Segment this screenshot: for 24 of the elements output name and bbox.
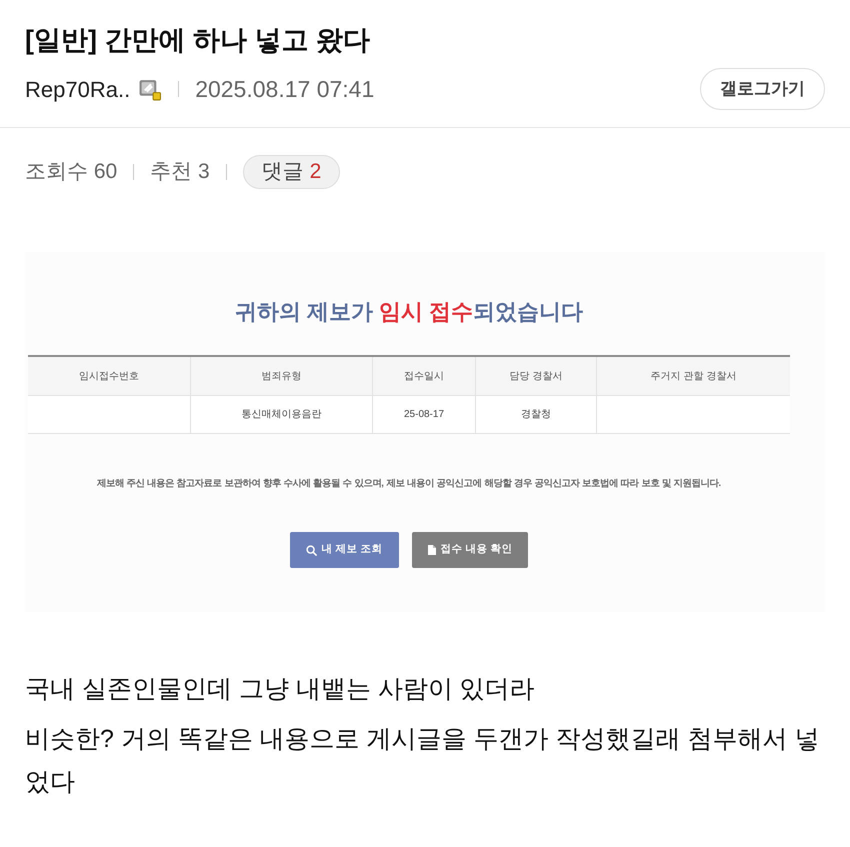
notice-text: 제보해 주신 내용은 참고자료로 보관하여 향후 수사에 활용될 수 있으며, 제보 내용이 공익신고에 해당할 경우 공익신고자 보호법에 따라 보호 및 지원됩니다.: [96, 476, 722, 490]
table-cell-text: 통신매체이용음란: [242, 408, 322, 422]
body-paragraph: 국내 실존인물인데 그냥 내뱉는 사람이 있더라: [25, 674, 536, 705]
stat-count: 추천 3: [150, 159, 210, 186]
stat-count: 조회수 60: [25, 159, 118, 186]
receipt-check-button[interactable]: 접수 내용 확인: [412, 532, 528, 568]
column-header: 임시접수번호: [79, 370, 139, 384]
author-name: Rep70Ra..: [25, 76, 130, 104]
column-header: 주거지 관할 경찰서: [650, 370, 736, 384]
column-header: 접수일시: [404, 370, 444, 384]
table-cell-text: 25-08-17: [404, 408, 444, 422]
column-header: 범죄유형: [262, 370, 302, 384]
comments-button[interactable]: 댓글 2: [242, 155, 340, 189]
gallog-button[interactable]: 갤로그가기: [700, 68, 825, 110]
member-badge-icon: [138, 78, 162, 100]
post-date: 2025.08.17 07:41: [195, 74, 374, 104]
table-cell-text: 경찰청: [521, 408, 551, 422]
document-icon: [428, 545, 436, 555]
column-header: 담당 경찰서: [510, 370, 562, 384]
body-paragraph: 비슷한? 거의 똑같은 내용으로 게시글을 두갠가 작성했길래 첨부해서 넣었다: [25, 724, 820, 798]
post-title: [일반] 간만에 하나 넣고 왔다: [25, 24, 371, 57]
search-icon: [306, 544, 317, 556]
confirmation-heading: 귀하의 제보가 임시 접수되었습니다: [234, 298, 584, 326]
lookup-button[interactable]: 내 제보 조회: [290, 532, 398, 568]
